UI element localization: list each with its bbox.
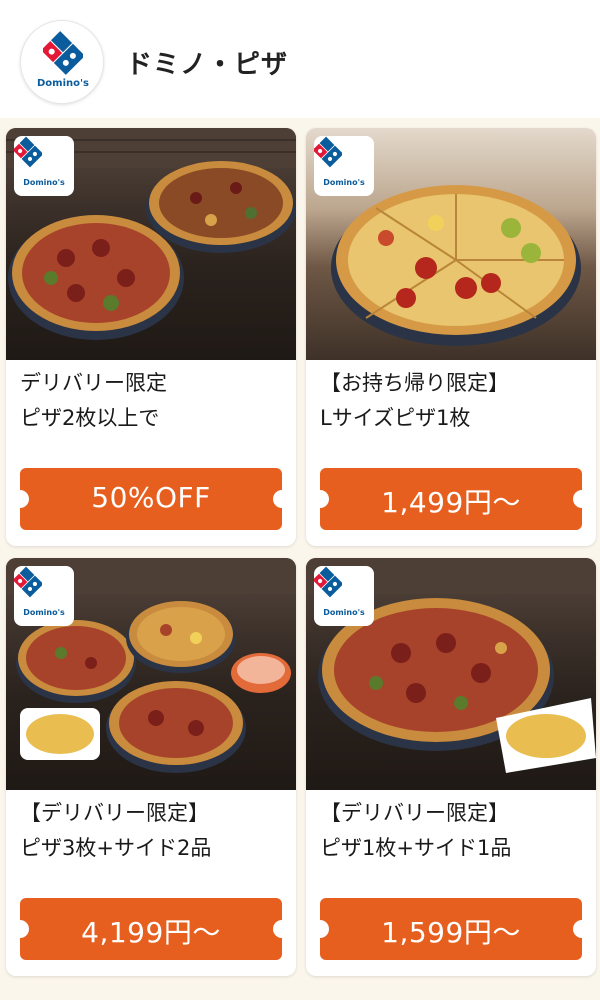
coupon-card[interactable]: Domino's 【デリバリー限定】 ピザ1枚+サイド1品 1,599円〜 (306, 558, 596, 976)
coupon-card[interactable]: Domino's 【デリバリー限定】 ピザ3枚+サイド2品 4,199円〜 (6, 558, 296, 976)
card-title-line2: Lサイズピザ1枚 (320, 406, 471, 430)
card-title-line2: ピザ1枚+サイド1品 (320, 836, 512, 860)
dominos-badge: Domino's (14, 136, 74, 196)
coupon-price-button[interactable]: 4,199円〜 (11, 898, 291, 960)
badge-wordmark: Domino's (23, 608, 65, 617)
brand-logo[interactable]: Domino's (20, 20, 104, 104)
header: Domino's ドミノ・ピザ (0, 0, 600, 118)
card-title: デリバリー限定 ピザ2枚以上で (20, 366, 290, 436)
dominos-logo-icon (43, 31, 83, 75)
dominos-logo-icon (314, 566, 342, 598)
dominos-badge: Domino's (14, 566, 74, 626)
coupon-price-button[interactable]: 1,599円〜 (311, 898, 591, 960)
badge-wordmark: Domino's (323, 608, 365, 617)
coupon-price-button[interactable]: 1,499円〜 (311, 468, 591, 530)
dominos-logo-icon (14, 136, 42, 168)
badge-wordmark: Domino's (23, 178, 65, 187)
dominos-badge: Domino's (314, 566, 374, 626)
card-title: 【デリバリー限定】 ピザ3枚+サイド2品 (20, 796, 290, 866)
coupon-card[interactable]: Domino's デリバリー限定 ピザ2枚以上で 50%OFF (6, 128, 296, 546)
pizza-photo: Domino's (306, 128, 596, 360)
pizza-photo: Domino's (6, 558, 296, 790)
card-title-line2: ピザ2枚以上で (20, 406, 160, 430)
logo-wordmark: Domino's (36, 78, 90, 89)
card-title-line1: 【デリバリー限定】 (20, 801, 209, 825)
card-title-line1: デリバリー限定 (20, 371, 167, 395)
badge-wordmark: Domino's (323, 178, 365, 187)
card-title: 【お持ち帰り限定】 Lサイズピザ1枚 (320, 366, 590, 436)
brand-name: ドミノ・ピザ (126, 50, 289, 80)
coupon-price-button[interactable]: 50%OFF (11, 468, 291, 530)
dominos-badge: Domino's (314, 136, 374, 196)
card-title-line1: 【お持ち帰り限定】 (320, 371, 509, 395)
coupon-price: 1,599円〜 (381, 916, 521, 949)
pizza-photo: Domino's (6, 128, 296, 360)
card-title-line1: 【デリバリー限定】 (320, 801, 509, 825)
dominos-logo-icon (14, 566, 42, 598)
dominos-logo-icon (314, 136, 342, 168)
coupon-price: 1,499円〜 (381, 486, 521, 519)
coupon-price: 50%OFF (91, 481, 211, 514)
coupon-price: 4,199円〜 (81, 916, 221, 949)
coupon-card[interactable]: Domino's 【お持ち帰り限定】 Lサイズピザ1枚 1,499円〜 (306, 128, 596, 546)
pizza-photo: Domino's (306, 558, 596, 790)
card-title-line2: ピザ3枚+サイド2品 (20, 836, 212, 860)
card-title: 【デリバリー限定】 ピザ1枚+サイド1品 (320, 796, 590, 866)
